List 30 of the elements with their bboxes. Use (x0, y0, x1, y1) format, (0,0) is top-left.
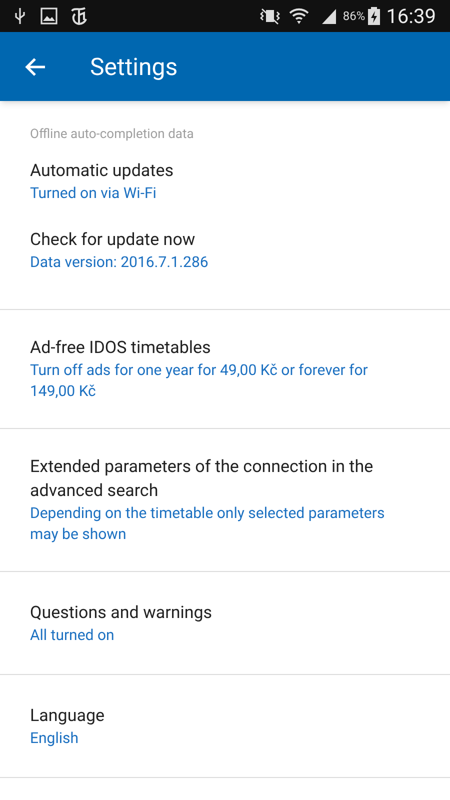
battery-percent: 86% (342, 8, 366, 25)
preference-summary: English (30, 728, 80, 748)
preference-item[interactable]: Ad-free IDOS timetables Turn off ads for one year for 49,00 Kč or forever for 149,00 Kč (0, 318, 450, 420)
preference-title: Ad-free IDOS timetables (30, 337, 212, 360)
preference-item[interactable]: Automatic updates Turned on via Wi-Fi (0, 147, 450, 216)
preference-title: Check for update now (30, 229, 196, 252)
preference-title: Automatic updates (30, 160, 175, 183)
app-bar-title: Settings (90, 52, 178, 82)
gothic-letter-icon (70, 6, 88, 26)
clock: 16:39 (386, 3, 436, 30)
preference-summary: Turned on via Wi-Fi (30, 183, 158, 204)
preference-title: Language (30, 704, 106, 728)
image-icon (40, 7, 58, 25)
vibrate-mute-icon (258, 7, 281, 25)
preference-item[interactable]: Extended parameters of the connection in the advanced search Depending on the timetable only selected parameters may be shown (0, 437, 450, 563)
back-arrow-icon (24, 56, 46, 76)
preference-item[interactable]: Language English (0, 683, 450, 769)
preference-summary: All turned on (30, 624, 116, 646)
signal-icon (320, 8, 337, 24)
preference-summary: Depending on the timetable only selected parameters may be shown (30, 503, 386, 545)
wifi-icon (288, 6, 309, 26)
preference-summary: Turn off ads for one year for 49,00 Kč or forever for 149,00 Kč (30, 360, 369, 402)
preference-item[interactable]: Check for update now Data version: 2016.7.1.286 (0, 216, 450, 285)
battery-charging-icon (368, 7, 380, 25)
section-header: Offline auto-completion data (29, 126, 195, 144)
preference-item[interactable]: Questions and warnings All turned on (0, 580, 450, 666)
usb-icon (14, 7, 26, 25)
preference-title: Extended parameters of the connection in the advanced search (30, 456, 374, 503)
preference-title: Questions and warnings (30, 602, 214, 624)
preference-summary: Data version: 2016.7.1.286 (30, 252, 210, 273)
